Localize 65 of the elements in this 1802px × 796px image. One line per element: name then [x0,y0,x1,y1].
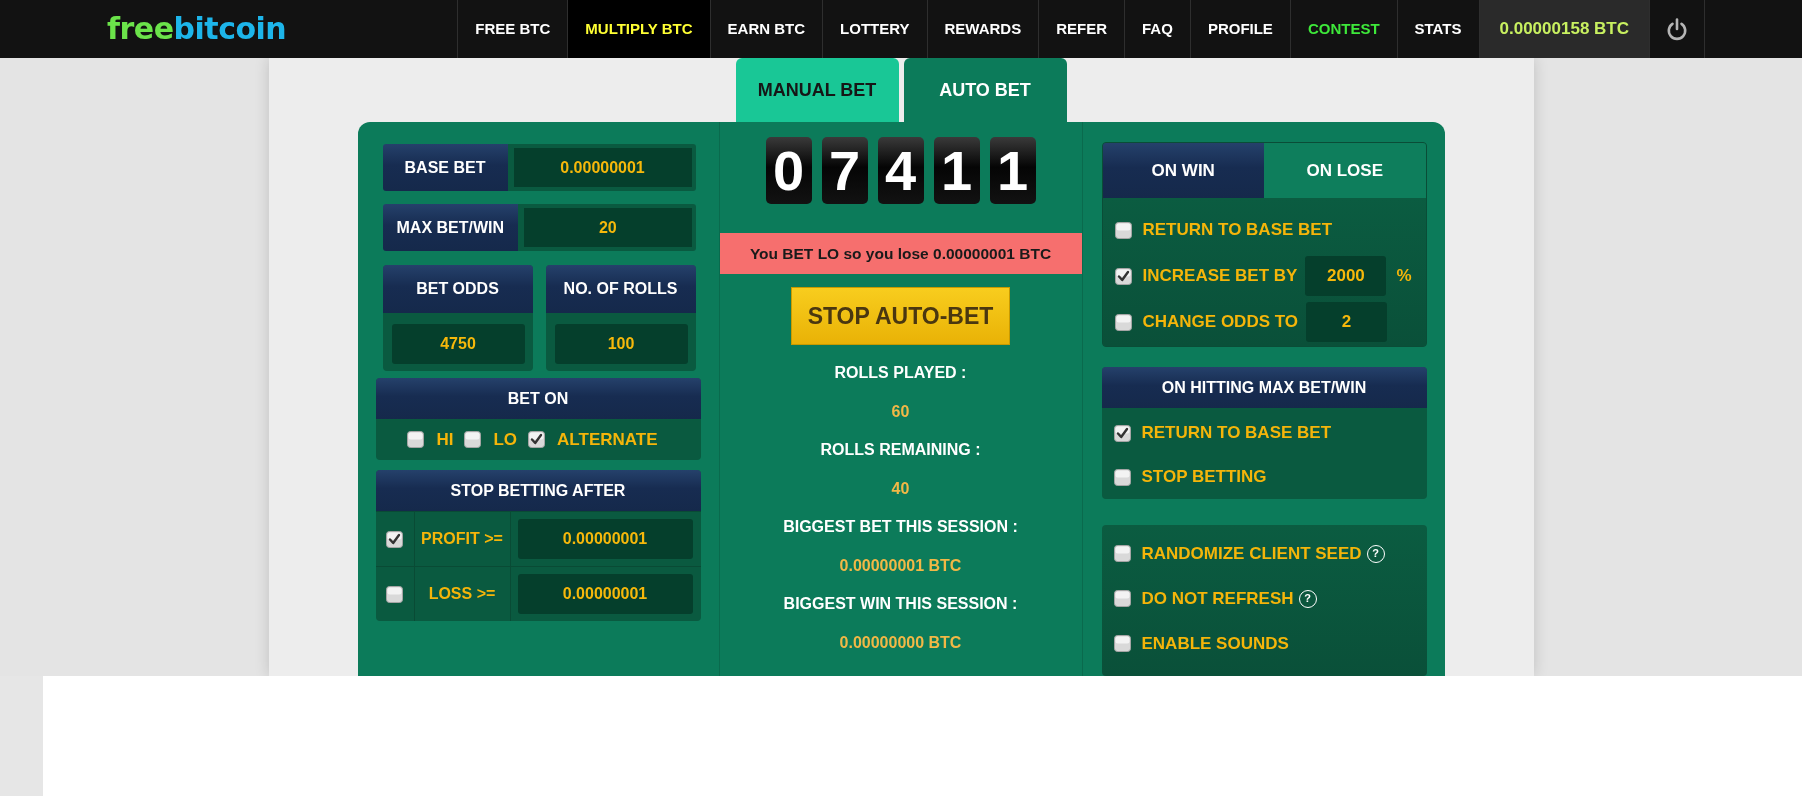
option-label: STOP BETTING [1141,466,1267,489]
balance-display: 0.00000158 BTC [1479,0,1650,58]
option-label: HI [436,428,454,451]
stat-value: 0.00000001 BTC [838,555,963,576]
checkbox[interactable] [1113,468,1131,486]
roll-digit: 0 [765,137,812,204]
stat-value: 0.00000000 BTC [838,632,963,653]
stat-value: 40 [890,478,911,499]
roll-digit: 1 [933,137,980,204]
option-label: RETURN TO BASE BET [1141,422,1332,445]
checkbox[interactable] [464,431,482,448]
bet-mode-tab[interactable]: MANUAL BET [735,58,899,122]
stat-label: BIGGEST BET THIS SESSION : [783,517,1018,537]
result-message: You BET LO so you lose 0.00000001 BTC [719,233,1082,274]
card-header: BET ON [375,378,701,419]
checkbox[interactable] [386,585,403,603]
card-header: BET ODDS [382,265,533,313]
option-label: INCREASE BET BY [1142,265,1298,288]
roll-digit: 4 [877,137,924,204]
card-header: ON HITTING MAX BET/WIN [1101,367,1427,408]
stat-label: BIGGEST WIN THIS SESSION : [783,594,1018,614]
checkbox[interactable] [1113,635,1131,652]
stat-value: 60 [890,401,911,422]
checkbox[interactable] [1113,545,1131,562]
checkbox[interactable] [1114,267,1132,285]
checkbox[interactable] [1114,313,1132,331]
condition-label: PROFIT >= [414,512,511,566]
option-label: RANDOMIZE CLIENT SEED [1141,542,1362,565]
field-label: BASE BET [382,144,508,191]
checkbox[interactable] [386,530,403,548]
stat-label: ROLLS REMAINING : [819,440,982,460]
value-field[interactable]: 0.00000001 [517,574,693,614]
value-field[interactable]: 0.00000001 [507,144,696,191]
option-label: ENABLE SOUNDS [1141,632,1289,655]
value-field[interactable]: 100 [554,324,688,364]
value-field[interactable]: 4750 [391,324,525,364]
option-label: RETURN TO BASE BET [1142,219,1333,242]
checkbox[interactable] [1113,590,1131,607]
site-logo[interactable]: freebitcoin [107,9,287,49]
roll-digit: 7 [821,137,868,204]
option-label: ALTERNATE [557,428,658,451]
checkbox[interactable] [407,431,425,448]
stop-autobet-button[interactable]: STOP AUTO-BET [791,287,1010,345]
value-field[interactable]: 0.00000001 [517,519,693,559]
value-field[interactable]: 20 [518,204,696,251]
checkbox[interactable] [1114,221,1132,239]
nav-link[interactable]: MULTIPLY BTC [568,0,711,58]
stat-label: ROLLS PLAYED : [833,363,968,383]
value-field[interactable]: 2 [1306,302,1388,342]
outcome-tab[interactable]: ON LOSE [1264,143,1426,198]
power-icon [1666,17,1688,41]
condition-label: LOSS >= [414,567,511,621]
option-label: CHANGE ODDS TO [1142,311,1299,334]
field-label: MAX BET/WIN [382,204,519,251]
card-header: STOP BETTING AFTER [375,470,701,511]
roll-digit: 1 [989,137,1036,204]
option-label: DO NOT REFRESH [1141,587,1294,610]
outcome-tab[interactable]: ON WIN [1102,143,1264,198]
unit-label: % [1396,265,1412,288]
value-field[interactable]: 2000 [1305,256,1387,296]
card-header: NO. OF ROLLS [545,265,696,313]
bet-mode-tab[interactable]: AUTO BET [903,58,1067,122]
option-label: LO [493,428,518,451]
checkbox[interactable] [1113,424,1131,442]
checkbox[interactable] [528,431,546,448]
